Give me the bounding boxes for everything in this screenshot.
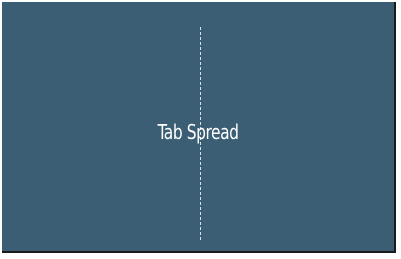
spread-label: Tab Spread — [157, 120, 239, 144]
spread-label-container: Tab Spread — [2, 118, 394, 146]
tab-spread-panel[interactable]: Tab Spread — [2, 2, 396, 253]
